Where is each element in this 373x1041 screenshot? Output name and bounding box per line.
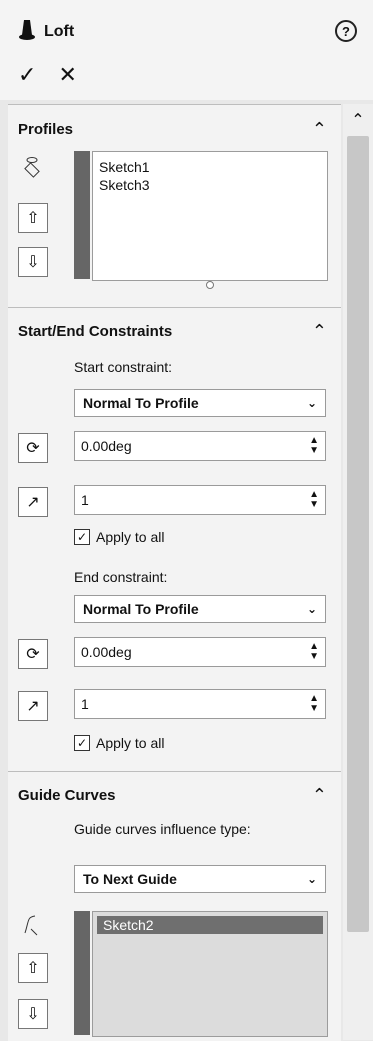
divider	[8, 771, 341, 772]
rotate-icon-button: ⟳	[18, 639, 48, 669]
start-angle-spinner[interactable]: 0.00deg ▲ ▼	[74, 431, 326, 461]
end-constraint-label: End constraint:	[74, 569, 168, 585]
rotate-icon: ⟳	[26, 646, 40, 663]
apply-all-label: Apply to all	[96, 529, 165, 545]
guide-curve-icon	[18, 913, 46, 937]
profiles-section-title: Profiles	[18, 121, 74, 138]
selected-value: Normal To Profile	[83, 395, 199, 411]
arrow-down-icon: ⇩	[26, 1006, 40, 1023]
guide-influence-label: Guide curves influence type:	[74, 821, 251, 837]
end-length-spinner[interactable]: 1 ▲ ▼	[74, 689, 326, 719]
chevron-down-icon: ⌄	[306, 872, 317, 886]
scrollbar-thumb[interactable]	[347, 136, 369, 932]
guide-curves-section-title: Guide Curves	[18, 787, 116, 804]
tangent-arrow-icon: ↗	[26, 698, 40, 715]
question-icon: ?	[342, 23, 350, 39]
checkbox-icon[interactable]: ✓	[74, 735, 90, 751]
tangent-length-button: ↗	[18, 691, 48, 721]
spinner-arrows-icon[interactable]: ▲ ▼	[309, 490, 319, 510]
chevron-down-icon: ⌄	[306, 396, 317, 410]
start-apply-all[interactable]: ✓ Apply to all	[74, 529, 164, 545]
checkbox-icon[interactable]: ✓	[74, 529, 90, 545]
scroll-up-icon[interactable]: ⌃	[346, 108, 370, 132]
loft-icon	[18, 18, 36, 46]
selected-value: Normal To Profile	[83, 601, 199, 617]
start-end-section-title: Start/End Constraints	[18, 323, 173, 340]
confirm-row: ✓ ✕	[18, 62, 77, 88]
list-item[interactable]: Sketch2	[97, 916, 323, 934]
end-angle-spinner[interactable]: 0.00deg ▲ ▼	[74, 637, 326, 667]
end-length-value: 1	[81, 696, 89, 712]
chevron-down-icon: ⌄	[306, 602, 317, 616]
guide-curves-list[interactable]: Sketch2	[92, 911, 328, 1037]
tangent-length-button: ↗	[18, 487, 48, 517]
guide-list-marker	[74, 911, 90, 1035]
move-down-button[interactable]: ⇩	[18, 247, 48, 277]
guide-influence-select[interactable]: To Next Guide ⌄	[74, 865, 326, 893]
end-apply-all[interactable]: ✓ Apply to all	[74, 735, 164, 751]
property-panel: Profiles ⌃ ⇧ ⇩ Sketch1 Sketch3 Start/End…	[8, 104, 341, 1041]
start-length-value: 1	[81, 492, 89, 508]
chevron-up-icon[interactable]: ⌃	[312, 785, 327, 806]
arrow-up-icon: ⇧	[26, 960, 40, 977]
ok-button[interactable]: ✓	[18, 62, 36, 88]
rotate-icon-button: ⟳	[18, 433, 48, 463]
chevron-up-icon[interactable]: ⌃	[312, 321, 327, 342]
profiles-list-marker	[74, 151, 90, 279]
apply-all-label: Apply to all	[96, 735, 165, 751]
start-constraint-label: Start constraint:	[74, 359, 173, 375]
title-row: Loft	[18, 18, 74, 46]
start-length-spinner[interactable]: 1 ▲ ▼	[74, 485, 326, 515]
selected-value: To Next Guide	[83, 871, 177, 887]
list-item[interactable]: Sketch1	[93, 158, 327, 176]
profile-selection-icon	[18, 155, 46, 179]
arrow-down-icon: ⇩	[26, 254, 40, 271]
spinner-arrows-icon[interactable]: ▲ ▼	[309, 436, 319, 456]
spinner-arrows-icon[interactable]: ▲ ▼	[309, 694, 319, 714]
end-angle-value: 0.00deg	[81, 644, 132, 660]
cancel-button[interactable]: ✕	[58, 62, 76, 88]
feature-title: Loft	[44, 23, 75, 40]
chevron-up-icon[interactable]: ⌃	[312, 119, 327, 140]
start-constraint-select[interactable]: Normal To Profile ⌄	[74, 389, 326, 417]
start-angle-value: 0.00deg	[81, 438, 132, 454]
profiles-list[interactable]: Sketch1 Sketch3	[92, 151, 328, 281]
arrow-up-icon: ⇧	[26, 210, 40, 227]
list-item[interactable]: Sketch3	[93, 176, 327, 194]
rotate-icon: ⟳	[26, 440, 40, 457]
move-up-button[interactable]: ⇧	[18, 203, 48, 233]
move-up-button[interactable]: ⇧	[18, 953, 48, 983]
end-constraint-select[interactable]: Normal To Profile ⌄	[74, 595, 326, 623]
spinner-arrows-icon[interactable]: ▲ ▼	[309, 642, 319, 662]
help-button[interactable]: ?	[335, 20, 357, 42]
tangent-arrow-icon: ↗	[26, 494, 40, 511]
resize-handle[interactable]	[206, 281, 214, 289]
move-down-button[interactable]: ⇩	[18, 999, 48, 1029]
divider	[8, 307, 341, 308]
